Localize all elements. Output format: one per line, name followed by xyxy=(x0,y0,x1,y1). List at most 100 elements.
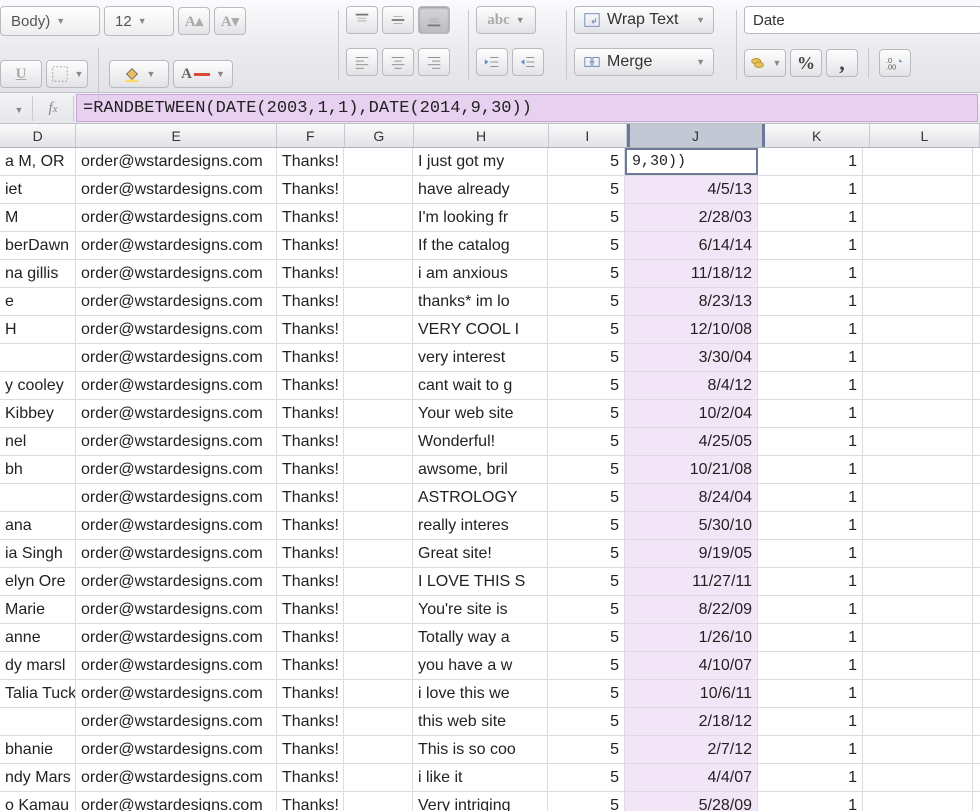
cell[interactable]: 8/4/12 xyxy=(625,372,758,399)
cell[interactable]: order@wstardesigns.com xyxy=(76,176,277,203)
cell[interactable] xyxy=(863,260,973,287)
cell[interactable] xyxy=(344,456,413,483)
cell[interactable]: 5 xyxy=(548,232,625,259)
borders-button[interactable]: ▼ xyxy=(46,60,88,88)
column-header[interactable]: E xyxy=(76,124,277,147)
cell[interactable]: Your web site xyxy=(413,400,548,427)
cell[interactable]: ia Singh xyxy=(0,540,76,567)
cell[interactable]: If the catalog xyxy=(413,232,548,259)
cell[interactable]: 1 xyxy=(758,708,863,735)
cell[interactable]: 5 xyxy=(548,792,625,811)
cell[interactable]: a M, OR xyxy=(0,148,76,175)
cell[interactable]: i like it xyxy=(413,764,548,791)
cell[interactable]: Talia Tuck xyxy=(0,680,76,707)
cell[interactable]: ASTROLOGY xyxy=(413,484,548,511)
cell[interactable]: Thanks! xyxy=(277,764,344,791)
comma-button[interactable]: , xyxy=(826,49,858,77)
cell[interactable]: Thanks! xyxy=(277,540,344,567)
cell[interactable] xyxy=(344,568,413,595)
cell[interactable] xyxy=(344,400,413,427)
cell[interactable]: Thanks! xyxy=(277,680,344,707)
cell[interactable]: 2/28/03 xyxy=(625,204,758,231)
cell[interactable]: Thanks! xyxy=(277,652,344,679)
cell[interactable]: 5 xyxy=(548,484,625,511)
cell[interactable]: 1 xyxy=(758,288,863,315)
merge-button[interactable]: Merge ▼ xyxy=(574,48,714,76)
cell[interactable]: Great site! xyxy=(413,540,548,567)
font-color-button[interactable]: A ▼ xyxy=(173,60,233,88)
cell[interactable] xyxy=(863,344,973,371)
cell[interactable]: order@wstardesigns.com xyxy=(76,204,277,231)
cell[interactable] xyxy=(863,512,973,539)
cell[interactable] xyxy=(344,260,413,287)
cell[interactable]: order@wstardesigns.com xyxy=(76,708,277,735)
cell[interactable]: 3/30/04 xyxy=(625,344,758,371)
cell[interactable]: 5 xyxy=(548,288,625,315)
column-header[interactable]: G xyxy=(345,124,415,147)
cell[interactable] xyxy=(0,344,76,371)
column-header[interactable]: D xyxy=(0,124,76,147)
cell[interactable] xyxy=(863,540,973,567)
cell[interactable]: order@wstardesigns.com xyxy=(76,652,277,679)
cell[interactable]: 1 xyxy=(758,680,863,707)
cell[interactable]: Thanks! xyxy=(277,708,344,735)
cell[interactable]: 5 xyxy=(548,344,625,371)
cell[interactable]: Thanks! xyxy=(277,176,344,203)
cell[interactable] xyxy=(863,736,973,763)
cell[interactable]: y cooley xyxy=(0,372,76,399)
column-header[interactable]: I xyxy=(549,124,626,147)
cell[interactable]: 5 xyxy=(548,176,625,203)
align-middle-button[interactable] xyxy=(382,6,414,34)
cell[interactable]: bh xyxy=(0,456,76,483)
cell[interactable]: 5 xyxy=(548,400,625,427)
cell[interactable] xyxy=(344,512,413,539)
cell[interactable]: 5 xyxy=(548,708,625,735)
cell[interactable]: 12/10/08 xyxy=(625,316,758,343)
cell[interactable]: order@wstardesigns.com xyxy=(76,596,277,623)
cell[interactable]: bhanie xyxy=(0,736,76,763)
orientation-button[interactable]: abc ▼ xyxy=(476,6,536,34)
cell[interactable]: o Kamau xyxy=(0,792,76,811)
cell[interactable] xyxy=(344,540,413,567)
cell[interactable]: Marie xyxy=(0,596,76,623)
cell[interactable]: M xyxy=(0,204,76,231)
cell[interactable]: Thanks! xyxy=(277,792,344,811)
align-left-button[interactable] xyxy=(346,48,378,76)
cell[interactable]: na gillis xyxy=(0,260,76,287)
cell[interactable]: i love this we xyxy=(413,680,548,707)
cell[interactable]: order@wstardesigns.com xyxy=(76,764,277,791)
cell[interactable]: 2/18/12 xyxy=(625,708,758,735)
underline-button[interactable]: U xyxy=(0,60,42,88)
cell[interactable]: 1 xyxy=(758,652,863,679)
cell[interactable] xyxy=(863,568,973,595)
cell[interactable]: e xyxy=(0,288,76,315)
column-header[interactable]: K xyxy=(765,124,870,147)
cell[interactable]: Thanks! xyxy=(277,568,344,595)
cell[interactable]: Thanks! xyxy=(277,484,344,511)
cell[interactable] xyxy=(863,428,973,455)
cell[interactable]: anne xyxy=(0,624,76,651)
cell[interactable]: order@wstardesigns.com xyxy=(76,428,277,455)
cell[interactable]: Thanks! xyxy=(277,372,344,399)
fill-color-button[interactable]: ▼ xyxy=(109,60,169,88)
increase-decimal-button[interactable]: .0.00 xyxy=(879,49,911,77)
cell[interactable]: 11/27/11 xyxy=(625,568,758,595)
cell[interactable]: Thanks! xyxy=(277,204,344,231)
cell[interactable] xyxy=(863,624,973,651)
column-header[interactable]: H xyxy=(414,124,549,147)
font-name-combo[interactable]: Body) ▼ xyxy=(0,6,100,36)
cell[interactable]: 10/21/08 xyxy=(625,456,758,483)
number-format-combo[interactable]: Date xyxy=(744,6,980,34)
cell[interactable] xyxy=(344,708,413,735)
cell[interactable]: 1 xyxy=(758,344,863,371)
cell[interactable]: 5/30/10 xyxy=(625,512,758,539)
align-center-button[interactable] xyxy=(382,48,414,76)
cell[interactable] xyxy=(344,596,413,623)
cell[interactable] xyxy=(863,316,973,343)
cell[interactable]: Thanks! xyxy=(277,736,344,763)
cell[interactable]: 4/10/07 xyxy=(625,652,758,679)
cell[interactable]: 1 xyxy=(758,596,863,623)
align-right-button[interactable] xyxy=(418,48,450,76)
cell[interactable]: 1 xyxy=(758,204,863,231)
currency-button[interactable]: ▼ xyxy=(744,49,786,77)
